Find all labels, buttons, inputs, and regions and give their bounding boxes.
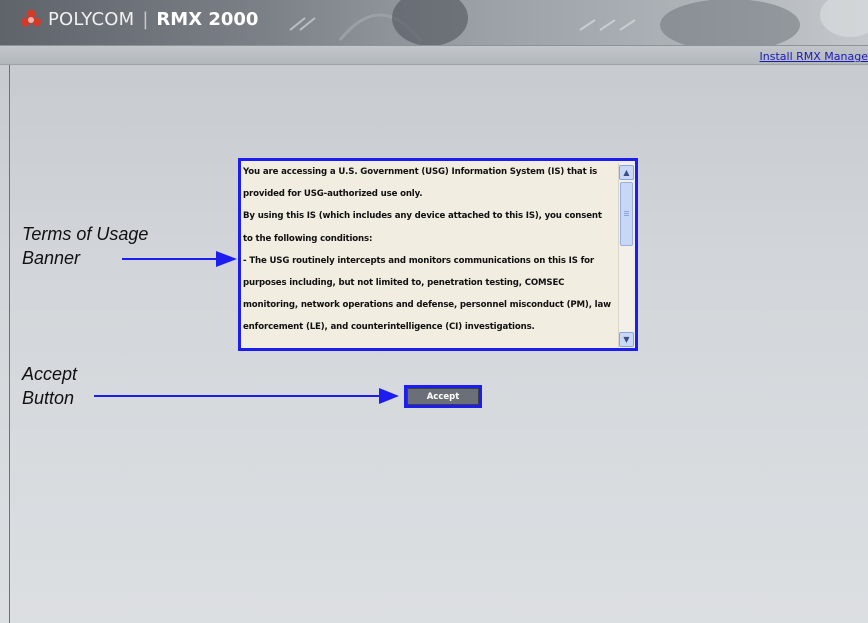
banner-line: enforcement (LE), and counterintelligenc… [243, 322, 535, 333]
scroll-thumb[interactable] [620, 182, 633, 246]
banner-line: By using this IS (which includes any dev… [243, 211, 602, 222]
banner-line: - The USG routinely intercepts and monit… [243, 255, 595, 266]
banner-line: purposes including, but not limited to, … [243, 277, 565, 288]
banner-scrollbar[interactable]: ▲ ▼ [618, 163, 634, 347]
brand-separator: | [142, 8, 149, 30]
polycom-logo-icon [21, 9, 41, 27]
banner-line: monitoring, network operations and defen… [243, 300, 611, 311]
banner-line: You are accessing a U.S. Government (USG… [243, 167, 598, 177]
banner-annotation-line1: Terms of Usage [22, 224, 149, 244]
scroll-down-icon[interactable]: ▼ [619, 332, 634, 347]
sub-header-bar [0, 45, 868, 65]
accept-button-highlight: Accept [404, 385, 482, 408]
terms-of-usage-banner[interactable]: You are accessing a U.S. Government (USG… [238, 158, 638, 351]
accept-annotation-line2: Button [22, 388, 75, 408]
accept-annotation: Accept Button [22, 362, 77, 410]
accept-annotation-line1: Accept [22, 364, 78, 384]
logo: POLYCOM | RMX 2000 [20, 8, 258, 30]
accept-button[interactable]: Accept [407, 388, 479, 405]
left-frame-border [0, 65, 10, 623]
banner-text: You are accessing a U.S. Government (USG… [243, 165, 617, 343]
header-bar: POLYCOM | RMX 2000 [0, 0, 868, 45]
brand-name: POLYCOM [48, 8, 135, 30]
banner-line: to the following conditions: [243, 233, 373, 244]
banner-line: provided for USG-authorized use only. [243, 189, 423, 200]
install-rmx-manager-link[interactable]: Install RMX Manage [760, 50, 868, 63]
scroll-up-icon[interactable]: ▲ [619, 165, 634, 180]
product-name: RMX 2000 [156, 8, 259, 30]
accept-arrow-icon [94, 388, 399, 404]
banner-arrow-icon [122, 251, 237, 267]
